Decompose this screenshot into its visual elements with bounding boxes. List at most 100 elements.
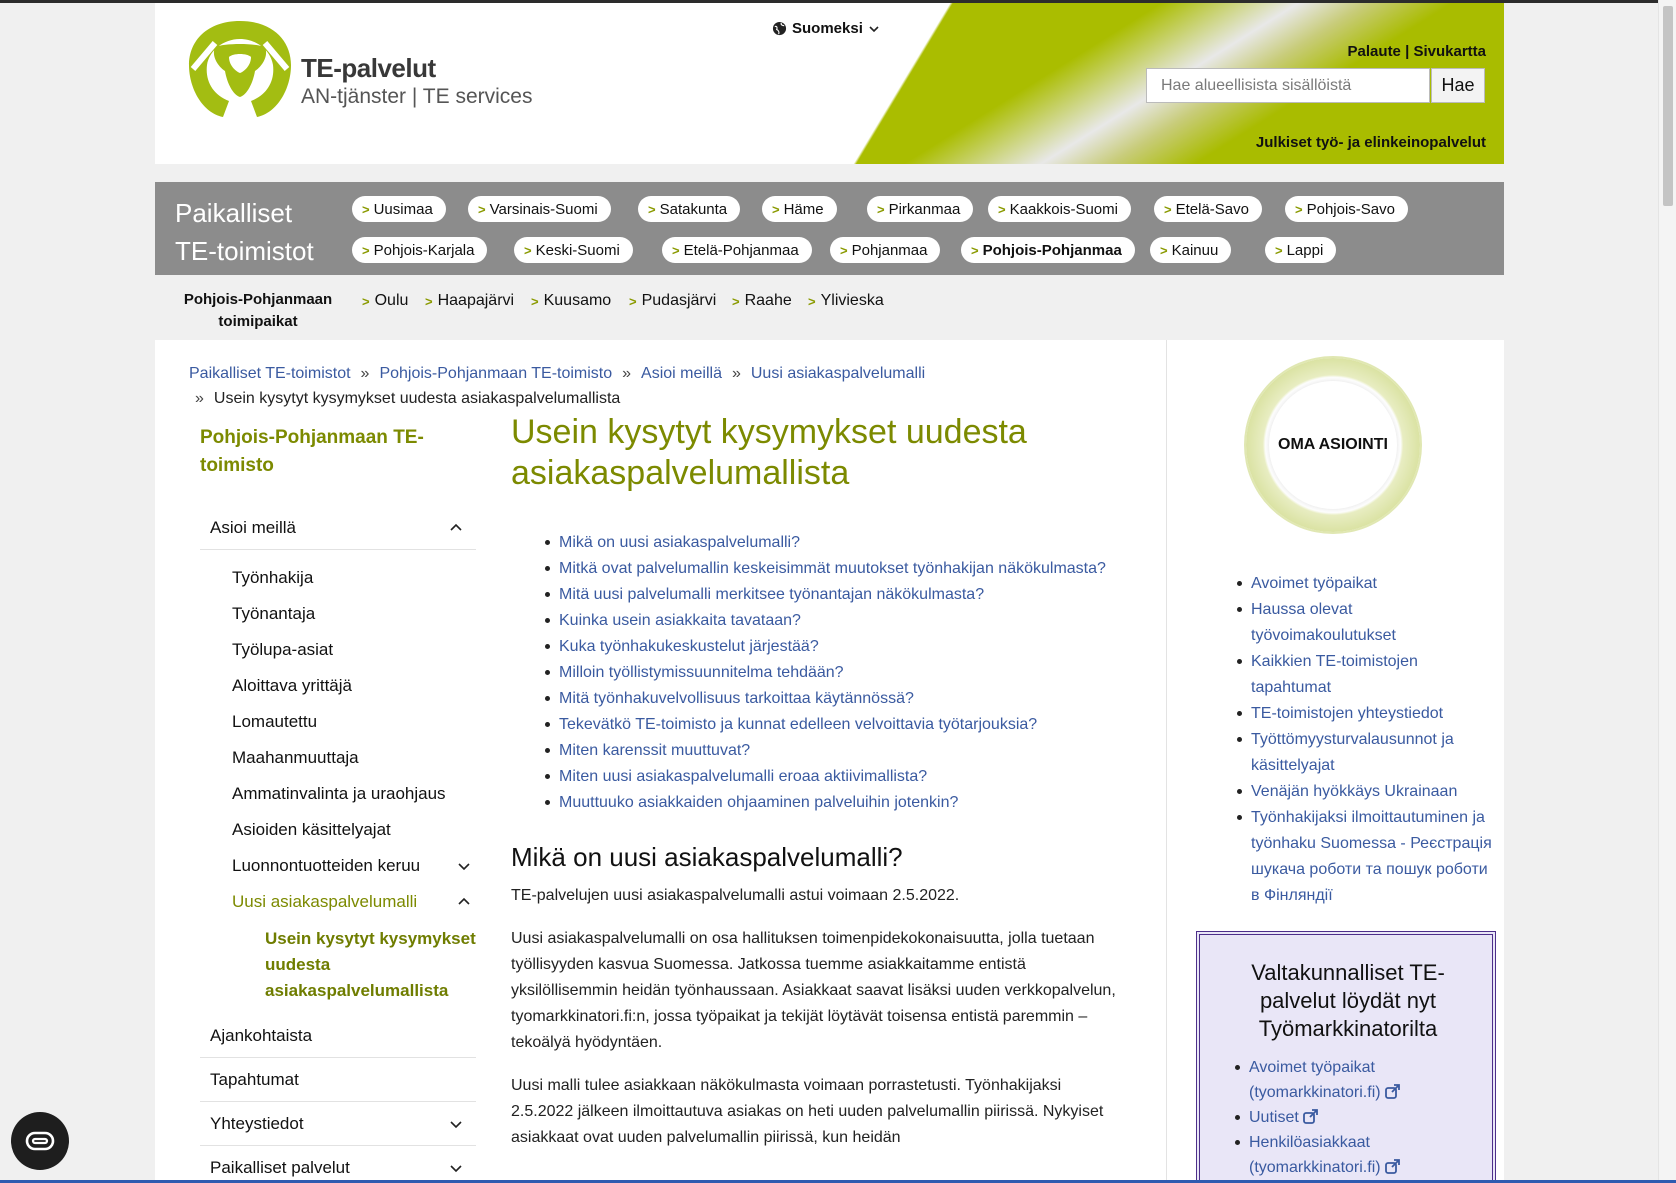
chevron-up-icon[interactable] [450,522,462,534]
region-pill-keski-suomi[interactable]: > Keski-Suomi [514,237,633,263]
regions-title-line2: TE-toimistot [175,236,314,266]
breadcrumb-link[interactable]: Pohjois-Pohjanmaan TE-toimisto [379,365,612,382]
sitemap-link[interactable]: Sivukartta [1413,43,1486,60]
chevron-right-icon: > [648,201,656,217]
national-link[interactable]: Uutiset [1249,1109,1299,1126]
region-pill-lappi[interactable]: > Lappi [1265,237,1337,263]
chevron-down-icon[interactable] [450,1118,462,1130]
office-link-oulu[interactable]: > Oulu [362,292,408,310]
nav-subitem-maahanmuuttaja[interactable]: Maahanmuuttaja [200,740,476,776]
oma-asiointi-button[interactable]: OMA ASIOINTI [1246,358,1420,532]
chevron-down-icon[interactable] [450,1162,462,1174]
quick-link[interactable]: Avoimet työpaikat [1251,575,1377,592]
region-pill-pirkanmaa[interactable]: > Pirkanmaa [867,196,974,222]
national-link[interactable]: Henkilöasiakkaat (tyomarkkinatori.fi) [1249,1134,1381,1176]
region-pill-hame[interactable]: > Häme [762,196,837,222]
breadcrumb-separator: » [731,365,741,382]
toc-item: Tekevätkö TE-toimisto ja kunnat edelleen… [545,712,1121,737]
nav-subitem-kasittelyajat[interactable]: Asioiden käsittelyajat [200,812,476,848]
national-link[interactable]: Avoimet työpaikat (tyomarkkinatori.fi) [1249,1059,1381,1101]
region-label: Lappi [1286,241,1324,259]
breadcrumb-link[interactable]: Asioi meillä [641,365,722,382]
nav-subitem-tyonantaja[interactable]: Työnantaja [200,596,476,632]
nav-subitem-aloittava-yrittaja[interactable]: Aloittava yrittäjä [200,668,476,704]
region-pill-kainuu[interactable]: > Kainuu [1150,237,1232,263]
quick-link-item: Kaikkien TE-toimistojen tapahtumat [1237,649,1495,701]
section-nav-title[interactable]: Pohjois-Pohjanmaan TE-toimisto [200,424,476,480]
nav-current-page[interactable]: Usein kysytyt kysymykset uudesta asiakas… [200,920,476,1014]
region-pill-pohjois-savo[interactable]: > Pohjois-Savo [1285,196,1408,222]
quick-link[interactable]: Kaikkien TE-toimistojen tapahtumat [1251,653,1418,696]
nav-item-tapahtumat[interactable]: Tapahtumat [200,1058,476,1102]
feedback-link[interactable]: Palaute [1348,43,1401,60]
chevron-right-icon: > [840,242,848,258]
te-palvelut-logo[interactable] [185,17,295,121]
region-pill-kaakkois-suomi[interactable]: > Kaakkois-Suomi [988,196,1131,222]
office-link-haapajarvi[interactable]: > Haapajärvi [425,292,514,310]
page-scrollbar[interactable] [1658,0,1676,1183]
chat-button[interactable] [11,1112,69,1170]
nav-item-paikalliset-palvelut[interactable]: Paikalliset palvelut [200,1146,476,1183]
toc-item: Miten uusi asiakaspalvelumalli eroaa akt… [545,764,1121,789]
nav-item-ajankohtaista[interactable]: Ajankohtaista [200,1014,476,1058]
site-header: TE-palvelut AN-tjänster | TE services Su… [155,3,1504,164]
quick-link[interactable]: Venäjän hyökkäys Ukrainaan [1251,783,1457,800]
breadcrumb-current: Usein kysytyt kysymykset uudesta asiakas… [213,390,621,407]
region-pill-varsinais-suomi[interactable]: > Varsinais-Suomi [468,196,611,222]
office-link-kuusamo[interactable]: > Kuusamo [531,292,611,310]
region-pill-uusimaa[interactable]: > Uusimaa [352,196,446,222]
quick-link[interactable]: TE-toimistojen yhteystiedot [1251,705,1443,722]
quick-link-item: Työnhakijaksi ilmoittautuminen ja työnha… [1237,805,1495,909]
toc-link[interactable]: Mitkä ovat palvelumallin keskeisimmät mu… [559,560,1106,577]
chevron-right-icon: > [531,293,539,309]
nav-subitem-ammatinvalinta[interactable]: Ammatinvalinta ja uraohjaus [200,776,476,812]
nav-subitem-tyonhakija[interactable]: Työnhakija [200,560,476,596]
toc-link[interactable]: Miten karenssit muuttuvat? [559,742,750,759]
region-pill-pohjanmaa[interactable]: > Pohjanmaa [830,237,941,263]
region-pill-satakunta[interactable]: > Satakunta [638,196,741,222]
toc-item: Miten karenssit muuttuvat? [545,738,1121,763]
toc-link[interactable]: Mitä uusi palvelumalli merkitsee työnant… [559,586,984,603]
chevron-up-icon[interactable] [458,896,470,908]
nav-label: Ajankohtaista [210,1025,313,1045]
toc-item: Kuka työnhakukeskustelut järjestää? [545,634,1121,659]
region-pill-pohjois-karjala[interactable]: > Pohjois-Karjala [352,237,488,263]
quick-link[interactable]: Työttömyysturvalausunnot ja käsittelyaja… [1251,731,1454,774]
chevron-down-icon[interactable] [458,860,470,872]
toc-link[interactable]: Tekevätkö TE-toimisto ja kunnat edelleen… [559,716,1037,733]
nav-subitem-luonnontuotteiden-keruu[interactable]: Luonnontuotteiden keruu [200,848,476,884]
office-link-pudasjarvi[interactable]: > Pudasjärvi [629,292,716,310]
office-link-ylivieska[interactable]: > Ylivieska [808,292,884,310]
quick-link[interactable]: Haussa olevat työvoimakoulutukset [1251,601,1396,644]
toc-link[interactable]: Kuinka usein asiakkaita tavataan? [559,612,801,629]
region-pill-etela-pohjanmaa[interactable]: > Etelä-Pohjanmaa [662,237,812,263]
nav-item-asioi-meilla[interactable]: Asioi meillä [200,506,476,550]
nav-label: Asioiden käsittelyajat [232,820,391,839]
toc-link[interactable]: Mitä työnhakuvelvollisuus tarkoittaa käy… [559,690,914,707]
toc-link[interactable]: Kuka työnhakukeskustelut järjestää? [559,638,819,655]
nav-subitem-lomautettu[interactable]: Lomautettu [200,704,476,740]
nav-label: Asioi meillä [210,517,296,537]
region-label: Pohjois-Karjala [373,241,475,259]
nav-item-yhteystiedot[interactable]: Yhteystiedot [200,1102,476,1146]
breadcrumb-link[interactable]: Paikalliset TE-toimistot [189,365,351,382]
chevron-right-icon: > [524,242,532,258]
nav-subitem-uusi-asiakaspalvelumalli[interactable]: Uusi asiakaspalvelumalli [200,884,476,920]
region-pill-etela-savo[interactable]: > Etelä-Savo [1154,196,1262,222]
nav-label: Työnhakija [232,568,314,587]
chevron-right-icon: > [425,293,433,309]
nav-subitem-tyolupa-asiat[interactable]: Työlupa-asiat [200,632,476,668]
toc-link[interactable]: Mikä on uusi asiakaspalvelumalli? [559,534,800,551]
breadcrumb-link[interactable]: Uusi asiakaspalvelumalli [751,365,925,382]
toc-link[interactable]: Muuttuuko asiakkaiden ohjaaminen palvelu… [559,794,958,811]
scrollbar-thumb[interactable] [1663,6,1673,206]
language-selector[interactable]: Suomeksi [772,20,880,37]
quick-link[interactable]: Työnhakijaksi ilmoittautuminen ja työnha… [1251,809,1492,904]
toc-link[interactable]: Milloin työllistymissuunnitelma tehdään? [559,664,844,681]
region-pill-pohjois-pohjanmaa[interactable]: > Pohjois-Pohjanmaa [961,237,1135,263]
toc-link[interactable]: Miten uusi asiakaspalvelumalli eroaa akt… [559,768,927,785]
chevron-right-icon: > [877,201,885,217]
search-button[interactable]: Hae [1431,68,1485,103]
office-link-raahe[interactable]: > Raahe [732,292,792,310]
search-input[interactable] [1146,68,1430,103]
